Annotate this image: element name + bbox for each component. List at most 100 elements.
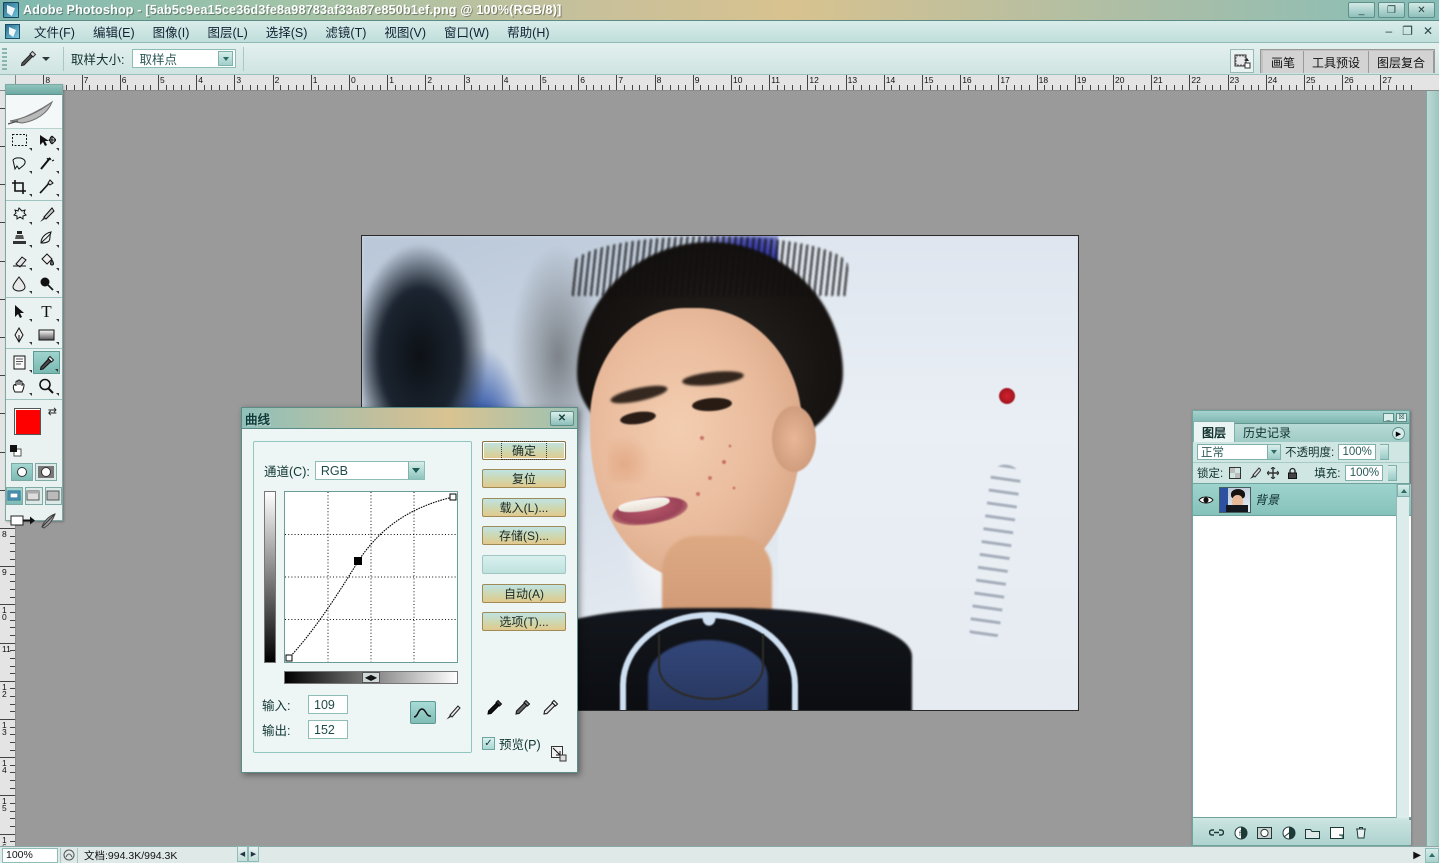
palette-menu-icon[interactable]: ▶ (1392, 427, 1405, 440)
tab-layers[interactable]: 图层 (1193, 421, 1235, 442)
palette-tab-brushes[interactable]: 画笔 (1263, 51, 1304, 73)
lock-transparency-icon[interactable] (1228, 466, 1242, 480)
curves-close-button[interactable]: ✕ (550, 411, 574, 426)
load-button[interactable]: 载入(L)... (482, 498, 566, 517)
tool-notes[interactable] (6, 351, 33, 374)
layer-thumbnail[interactable] (1219, 487, 1251, 513)
doc-tab-next-button[interactable]: ▶ (248, 846, 259, 862)
auto-button[interactable]: 自动(A) (482, 584, 566, 603)
quick-mask-mode-button[interactable] (35, 463, 57, 481)
sample-size-select[interactable]: 取样点 (132, 49, 236, 68)
toolbox-drag-handle[interactable] (6, 85, 62, 95)
link-layers-icon[interactable] (1209, 825, 1224, 840)
menu-image[interactable]: 图像(I) (144, 20, 199, 43)
set-black-point-eyedropper-icon[interactable] (486, 699, 503, 719)
layers-scrollbar[interactable] (1396, 484, 1409, 818)
options-bar-grip[interactable] (2, 48, 7, 70)
dock-to-palette-well-icon[interactable] (1230, 49, 1254, 73)
palette-minimize-button[interactable]: _ (1383, 413, 1394, 422)
tool-dodge[interactable] (33, 272, 60, 295)
swap-colors-icon[interactable]: ⇄ (48, 405, 57, 418)
layers-list[interactable]: 背景 (1193, 484, 1411, 818)
palette-tab-layer-comps[interactable]: 图层复合 (1369, 51, 1434, 73)
zoom-level-field[interactable]: 100% (2, 848, 58, 863)
doc-close-button[interactable]: ✕ (1423, 24, 1433, 38)
layers-palette[interactable]: _ ☒ 图层 历史记录 ▶ 正常 不透明度: 100% 锁定: 填充: (1192, 410, 1410, 846)
tool-eyedropper[interactable] (33, 351, 60, 374)
chevron-down-icon[interactable] (408, 462, 424, 479)
maximize-button[interactable]: ❐ (1378, 2, 1405, 18)
curves-dialog[interactable]: 曲线 ✕ 通道(C): RGB (241, 407, 578, 773)
toolbox-panel[interactable]: T ⇄ (5, 84, 63, 521)
tool-crop[interactable] (6, 175, 33, 198)
curve-tool-button[interactable] (410, 701, 436, 724)
menu-file[interactable]: 文件(F) (25, 20, 84, 43)
menu-filter[interactable]: 滤镜(T) (316, 20, 375, 43)
smooth-button[interactable] (482, 555, 566, 574)
tool-eraser[interactable] (6, 249, 33, 272)
tool-slice[interactable] (33, 175, 60, 198)
scroll-up-button[interactable] (1397, 484, 1410, 497)
set-gray-point-eyedropper-icon[interactable] (514, 699, 531, 719)
fill-stepper[interactable] (1388, 465, 1397, 481)
doc-tab-prev-button[interactable]: ◀ (237, 846, 248, 862)
table-row[interactable]: 背景 (1193, 484, 1411, 516)
standard-screen-mode-button[interactable] (6, 487, 23, 505)
status-menu-arrow-icon[interactable]: ▶ (1413, 850, 1421, 861)
preview-checkbox[interactable]: ✓ (482, 737, 495, 750)
tool-magic-wand[interactable] (33, 152, 60, 175)
ok-button[interactable]: 确定 (482, 441, 566, 460)
curves-graph[interactable] (284, 491, 458, 663)
tool-blur[interactable] (6, 272, 33, 295)
standard-mask-mode-button[interactable] (11, 463, 33, 481)
chevron-down-icon[interactable] (218, 51, 233, 66)
layer-mask-icon[interactable] (1257, 825, 1272, 840)
adjustment-layer-icon[interactable] (1281, 825, 1296, 840)
new-group-icon[interactable] (1305, 825, 1320, 840)
layer-name[interactable]: 背景 (1255, 491, 1279, 508)
horizontal-ruler[interactable]: 8765432101234567891011121314151617181920… (16, 75, 1439, 91)
opacity-value[interactable]: 100% (1338, 444, 1376, 460)
chevron-down-icon[interactable] (1267, 445, 1280, 459)
preview-row[interactable]: ✓ 预览(P) (482, 734, 541, 753)
menu-view[interactable]: 视图(V) (375, 20, 435, 43)
document-icon[interactable] (5, 24, 20, 39)
menu-window[interactable]: 窗口(W) (435, 20, 498, 43)
menu-select[interactable]: 选择(S) (257, 20, 317, 43)
new-layer-icon[interactable] (1329, 825, 1344, 840)
tool-paint-bucket[interactable] (33, 249, 60, 272)
tool-clone-stamp[interactable] (6, 226, 33, 249)
layer-style-icon[interactable]: f (1233, 825, 1248, 840)
channel-select[interactable]: RGB (315, 461, 425, 480)
tool-healing-brush[interactable] (6, 203, 33, 226)
default-colors-icon[interactable] (10, 445, 22, 457)
menu-help[interactable]: 帮助(H) (498, 20, 558, 43)
tool-hand[interactable] (6, 374, 33, 397)
tool-lasso[interactable] (6, 152, 33, 175)
options-button[interactable]: 选项(T)... (482, 612, 566, 631)
palette-tab-tool-presets[interactable]: 工具预设 (1304, 51, 1369, 73)
menu-edit[interactable]: 编辑(E) (84, 20, 144, 43)
tool-brush[interactable] (33, 203, 60, 226)
doc-restore-button[interactable]: ❐ (1402, 24, 1413, 38)
save-button[interactable]: 存储(S)... (482, 526, 566, 545)
lock-position-icon[interactable] (1266, 466, 1280, 480)
lock-all-icon[interactable] (1285, 466, 1299, 480)
blend-mode-select[interactable]: 正常 (1197, 444, 1281, 460)
reset-button[interactable]: 复位 (482, 469, 566, 488)
input-field[interactable]: 109 (308, 695, 348, 714)
tab-history[interactable]: 历史记录 (1235, 422, 1299, 442)
tool-preset-picker[interactable] (11, 48, 56, 70)
delete-layer-icon[interactable] (1353, 825, 1368, 840)
full-screen-mode-button[interactable] (45, 487, 62, 505)
menu-layer[interactable]: 图层(L) (198, 20, 256, 43)
edit-in-imageready-icon[interactable] (40, 513, 58, 532)
chevron-down-icon[interactable] (42, 57, 50, 61)
tool-marquee[interactable] (6, 129, 33, 152)
curves-resize-icon[interactable] (551, 746, 567, 762)
layer-visibility-eye-icon[interactable] (1197, 491, 1215, 509)
tool-move[interactable] (33, 129, 60, 152)
jump-to-imageready-icon[interactable] (10, 513, 36, 532)
set-white-point-eyedropper-icon[interactable] (542, 699, 559, 719)
tool-rectangle-shape[interactable] (33, 323, 60, 346)
